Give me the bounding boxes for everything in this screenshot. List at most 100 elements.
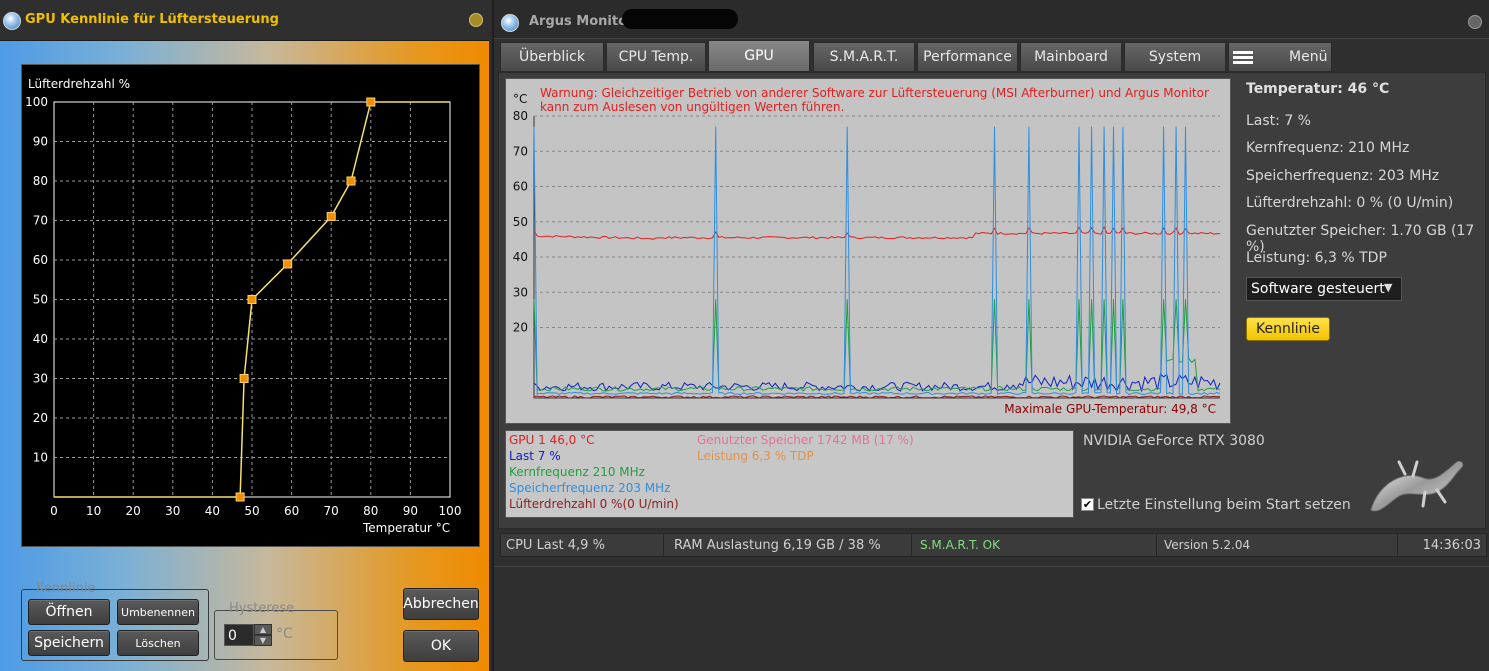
fan-curve-point[interactable] <box>366 97 376 107</box>
fan-y-tick-label: 60 <box>33 253 48 267</box>
info-last: Last: 7 % <box>1246 113 1311 129</box>
tab-system[interactable]: System <box>1124 42 1226 72</box>
spin-down-icon[interactable]: ▼ <box>254 635 272 646</box>
info-kernfrequenz: Kernfrequenz: 210 MHz <box>1246 140 1410 156</box>
fan-y-tick-label: 30 <box>33 372 48 386</box>
fan-x-tick-label: 90 <box>403 504 418 518</box>
fan-x-axis-label: Temperatur °C <box>362 521 450 535</box>
graph-y-tick-label: 50 <box>513 215 528 229</box>
menu-label: Menü <box>1289 49 1328 65</box>
graph-y-tick-label: 70 <box>513 144 528 158</box>
fan-window-titlebar[interactable]: GPU Kennlinie für Lüftersteuerung <box>0 0 489 41</box>
graph-y-tick-label: 20 <box>513 321 528 335</box>
graph-y-tick-label: 80 <box>513 109 528 123</box>
fan-y-tick-label: 80 <box>33 174 48 188</box>
graph-legend: GPU 1 46,0 °C Last 7 % Kernfrequenz 210 … <box>505 430 1074 518</box>
info-luefterdrehzahl: Lüfterdrehzahl: 0 % (0 U/min) <box>1246 195 1454 211</box>
ok-button[interactable]: OK <box>403 630 479 662</box>
graph-y-tick-label: 40 <box>513 250 528 264</box>
fan-x-tick-label: 0 <box>50 504 58 518</box>
fan-mode-select[interactable]: Software gesteuert ▼ <box>1246 277 1402 301</box>
legend-gpu: GPU 1 46,0 °C <box>509 433 595 447</box>
fan-x-tick-label: 60 <box>284 504 299 518</box>
fan-y-tick-label: 90 <box>33 135 48 149</box>
info-temperatur: Temperatur: 46 °C <box>1246 81 1390 97</box>
cancel-button[interactable]: Abbrechen <box>403 588 479 620</box>
tab-smart[interactable]: S.M.A.R.T. <box>813 42 915 72</box>
legend-speicherfrequenz: Speicherfrequenz 203 MHz <box>509 481 671 495</box>
fan-window-title: GPU Kennlinie für Lüftersteuerung <box>25 12 279 27</box>
fan-curve-point[interactable] <box>247 295 257 304</box>
info-leistung: Leistung: 6,3 % TDP <box>1246 250 1387 266</box>
fan-y-tick-label: 50 <box>33 293 48 307</box>
start-setting-label: Letzte Einstellung beim Start setzen <box>1097 497 1351 513</box>
info-speicherfrequenz: Speicherfrequenz: 203 MHz <box>1246 168 1440 184</box>
tab-mainboard[interactable]: Mainboard <box>1020 42 1122 72</box>
argus-titlebar[interactable]: Argus Monitor <box>494 0 1489 39</box>
fan-x-tick-label: 20 <box>126 504 141 518</box>
salamander-logo-icon <box>1370 460 1464 512</box>
delete-button[interactable]: Löschen <box>117 630 199 656</box>
spin-up-icon[interactable]: ▲ <box>254 624 272 635</box>
fan-curve-window: GPU Kennlinie für Lüftersteuerung Lüfter… <box>0 0 489 671</box>
graph-series-line <box>533 225 1221 240</box>
tab-performance[interactable]: Performance <box>917 42 1018 72</box>
fan-x-tick-label: 70 <box>324 504 339 518</box>
gpu-graph-svg[interactable]: °C Warnung: Gleichzeitiger Betrieb von a… <box>506 79 1230 423</box>
fan-curve-point[interactable] <box>283 259 293 269</box>
max-gpu-temp-label: Maximale GPU-Temperatur: 49,8 °C <box>1004 402 1216 416</box>
legend-genutzter-speicher: Genutzter Speicher 1742 MB (17 %) <box>697 433 914 447</box>
graph-y-tick-label: 60 <box>513 180 528 194</box>
warning-line-1: Warnung: Gleichzeitiger Betrieb von ande… <box>540 86 1209 100</box>
fan-curve-point[interactable] <box>346 176 356 186</box>
fan-curve-chart[interactable]: Lüfterdrehzahl % Temperatur °C 0 10 20 30 40… <box>21 64 480 547</box>
hysterese-unit: °C <box>276 626 293 642</box>
fan-y-tick-label: 20 <box>33 411 48 425</box>
save-button[interactable]: Speichern <box>28 630 110 656</box>
fan-x-tick-label: 50 <box>244 504 259 518</box>
hysterese-group-label: Hysterese <box>229 601 295 616</box>
fan-x-tick-label: 80 <box>363 504 378 518</box>
graph-series-line <box>533 126 1221 396</box>
fan-x-tick-label: 30 <box>165 504 180 518</box>
gpu-history-graph[interactable]: °C Warnung: Gleichzeitiger Betrieb von a… <box>505 78 1231 424</box>
tab-ueberblick[interactable]: Überblick <box>500 42 604 72</box>
fan-y-tick-label: 100 <box>25 95 48 109</box>
title-divider <box>494 38 1489 39</box>
kennlinie-group-label: Kennlinie <box>36 581 96 596</box>
status-time: 14:36:03 <box>1422 537 1481 553</box>
graph-y-tick-label: 30 <box>513 285 528 299</box>
legend-luefterdrehzahl: Lüfterdrehzahl 0 %(0 U/min) <box>509 497 679 511</box>
hysterese-input[interactable]: 0 <box>224 624 254 646</box>
tab-cpu-temp[interactable]: CPU Temp. <box>606 42 706 72</box>
gpu-model-name: NVIDIA GeForce RTX 3080 <box>1083 433 1265 449</box>
fan-x-tick-label: 10 <box>86 504 101 518</box>
graph-series-line <box>533 299 1221 392</box>
fan-y-tick-label: 10 <box>33 451 48 465</box>
chevron-down-icon: ▼ <box>1384 281 1393 294</box>
fan-y-tick-label: 40 <box>33 332 48 346</box>
fan-mode-value: Software gesteuert <box>1251 281 1385 297</box>
fan-curve-svg[interactable]: Lüfterdrehzahl % Temperatur °C 0 10 20 30 40… <box>22 65 479 546</box>
tab-gpu[interactable]: GPU <box>708 40 810 72</box>
tab-menu[interactable]: Menü <box>1228 42 1332 72</box>
close-icon[interactable] <box>469 13 483 27</box>
rename-button[interactable]: Umbenennen <box>117 599 199 625</box>
hamburger-icon <box>1233 49 1253 66</box>
fan-curve-point[interactable] <box>239 374 249 383</box>
open-button[interactable]: Öffnen <box>28 599 110 625</box>
fan-curve-point[interactable] <box>326 212 336 222</box>
kennlinie-button[interactable]: Kennlinie <box>1246 317 1330 341</box>
argus-app-icon <box>3 12 21 30</box>
status-bar: CPU Last 4,9 % RAM Auslastung 6,19 GB / … <box>500 533 1487 557</box>
fan-x-tick-label: 40 <box>205 504 220 518</box>
close-icon[interactable] <box>1468 15 1482 29</box>
graph-unit-label: °C <box>513 92 527 106</box>
fan-curve-point[interactable] <box>235 492 245 502</box>
start-setting-checkbox[interactable]: ✔ <box>1081 498 1094 511</box>
status-ram: RAM Auslastung 6,19 GB / 38 % <box>669 534 912 556</box>
status-smart: S.M.A.R.T. OK <box>915 534 1157 556</box>
argus-window-title: Argus Monitor <box>529 14 634 29</box>
status-cpu-last: CPU Last 4,9 % <box>501 534 664 556</box>
argus-app-icon <box>501 14 519 32</box>
